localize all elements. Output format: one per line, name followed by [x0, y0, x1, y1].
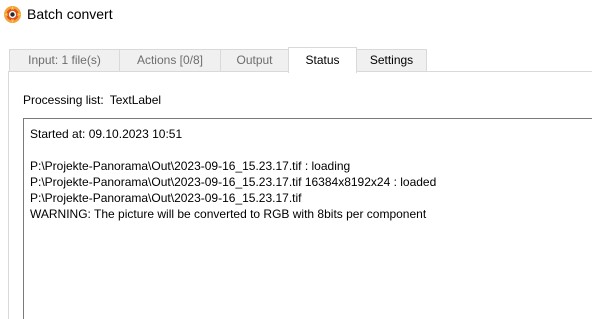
log-line-file: P:\Projekte-Panorama\Out\2023-09-16_15.2…: [30, 191, 302, 205]
log-line-loaded: P:\Projekte-Panorama\Out\2023-09-16_15.2…: [30, 175, 437, 189]
tab-status[interactable]: Status: [288, 47, 357, 73]
log-line-warning: WARNING: The picture will be converted t…: [30, 207, 427, 221]
tab-output[interactable]: Output: [220, 49, 289, 71]
tab-actions[interactable]: Actions [0/8]: [119, 49, 221, 71]
processing-list-value: TextLabel: [109, 93, 162, 107]
log-line-blank: [30, 142, 592, 158]
processing-list-label: Processing list:: [23, 93, 104, 107]
status-log[interactable]: Started at: 09.10.2023 10:51 P:\Projekte…: [23, 118, 592, 319]
processing-list-row: Processing list: TextLabel: [23, 93, 161, 107]
xnview-icon: [3, 5, 22, 24]
title-bar[interactable]: Batch convert: [0, 0, 592, 30]
log-line-loading: P:\Projekte-Panorama\Out\2023-09-16_15.2…: [30, 159, 351, 173]
tab-settings[interactable]: Settings: [356, 49, 427, 71]
batch-convert-window: Batch convert Input: 1 file(s) Actions […: [0, 0, 592, 319]
window-title: Batch convert: [27, 6, 113, 22]
log-line-started: Started at: 09.10.2023 10:51: [30, 127, 183, 141]
tab-input[interactable]: Input: 1 file(s): [9, 49, 120, 71]
